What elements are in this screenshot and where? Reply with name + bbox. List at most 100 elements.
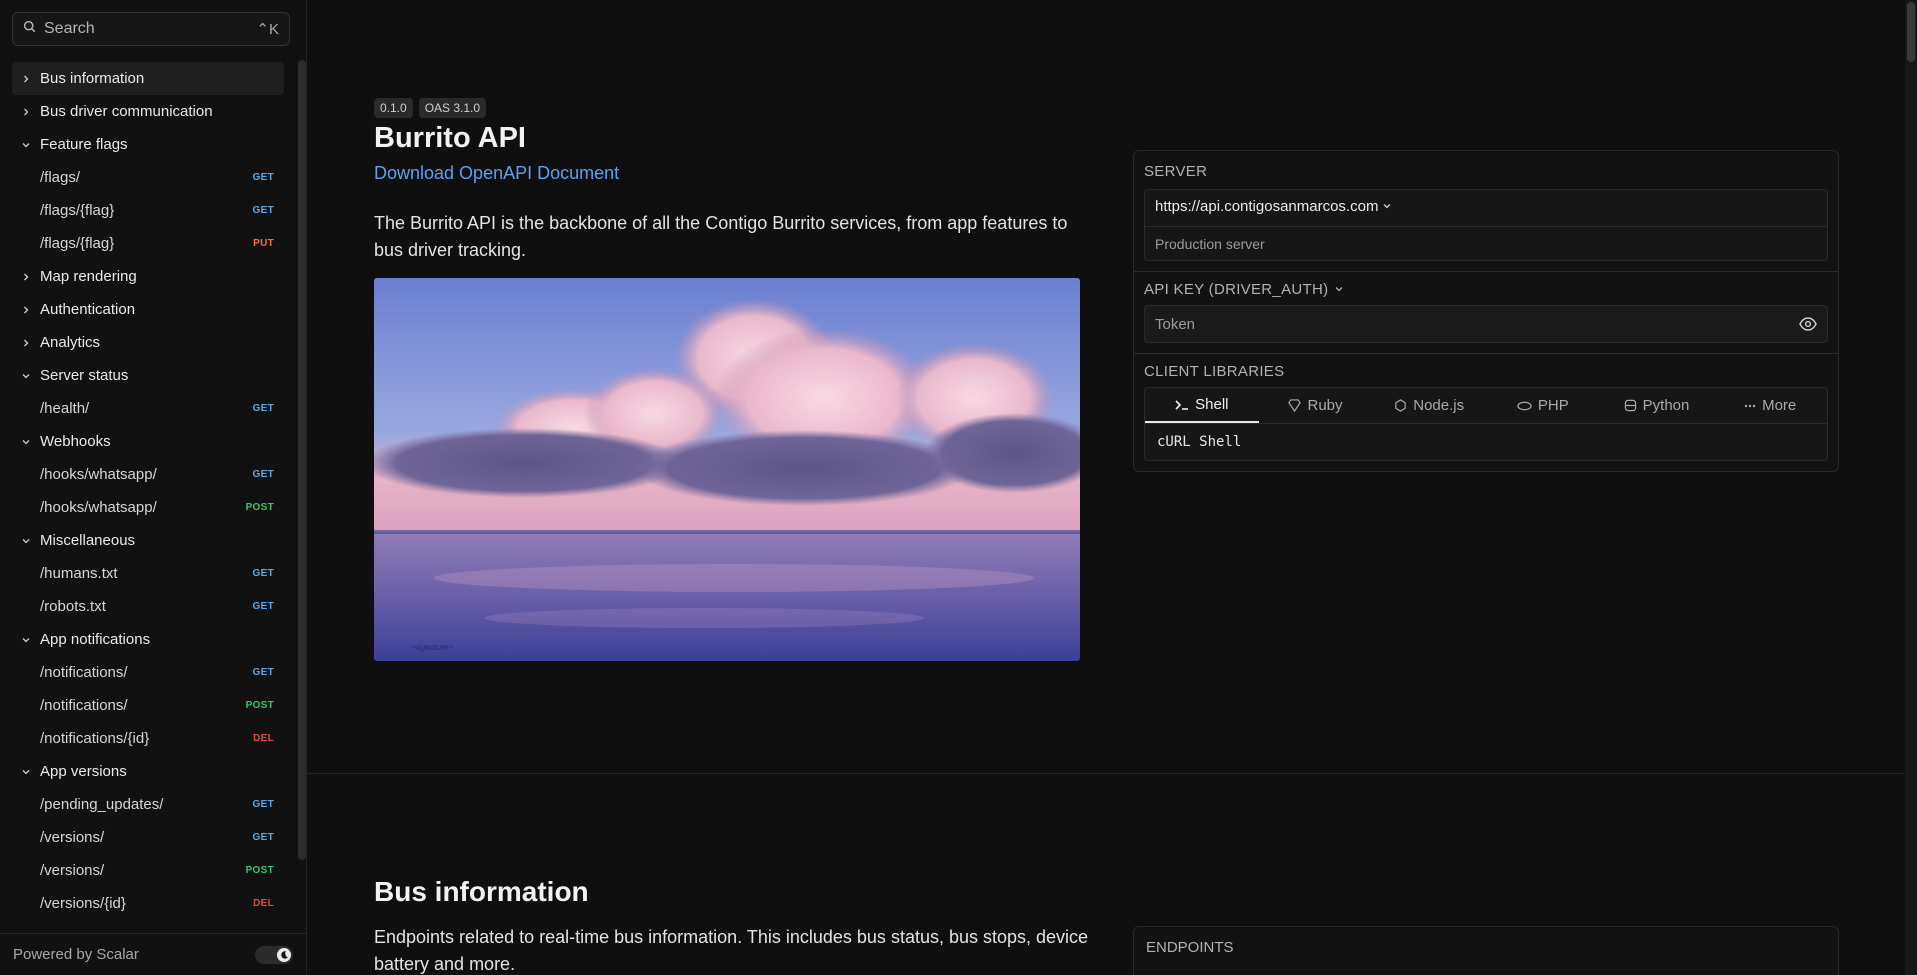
- sidebar-group-app-versions[interactable]: App versions: [12, 755, 284, 788]
- php-icon: [1517, 401, 1532, 411]
- sidebar-group-label: App versions: [40, 763, 127, 780]
- method-badge: DEL: [253, 733, 274, 744]
- sidebar-endpoint[interactable]: /notifications/{id} DEL: [12, 722, 284, 755]
- section-divider: [307, 773, 1905, 774]
- sidebar-group-app-notifications[interactable]: App notifications: [12, 623, 284, 656]
- tab-php[interactable]: PHP: [1486, 388, 1600, 423]
- sidebar: Search ⌃K Bus information Bus driver comm…: [0, 0, 307, 975]
- sidebar-group-bus-driver-communication[interactable]: Bus driver communication: [12, 95, 284, 128]
- tab-label: Ruby: [1307, 397, 1343, 414]
- sidebar-group-label: Miscellaneous: [40, 532, 136, 549]
- sidebar-group-webhooks[interactable]: Webhooks: [12, 425, 284, 458]
- method-badge: POST: [245, 865, 274, 876]
- tab-nodejs[interactable]: Node.js: [1372, 388, 1486, 423]
- terminal-icon: [1175, 399, 1189, 411]
- sidebar-endpoint[interactable]: /flags/GET: [12, 161, 284, 194]
- sidebar-group-label: Bus driver communication: [40, 103, 213, 120]
- sidebar-group-label: Map rendering: [40, 268, 137, 285]
- sidebar-group-analytics[interactable]: Analytics: [12, 326, 284, 359]
- sidebar-endpoint[interactable]: /versions/POST: [12, 854, 284, 887]
- client-panel: SERVER https://api.contigosanmarcos.com …: [1133, 150, 1839, 472]
- tab-label: More: [1762, 397, 1797, 414]
- chevron-down-icon: [18, 137, 34, 153]
- auth-label-dropdown[interactable]: API KEY (DRIVER_AUTH): [1144, 281, 1344, 298]
- search-shortcut: ⌃K: [256, 21, 279, 38]
- sidebar-endpoint[interactable]: /flags/{flag} GET: [12, 194, 284, 227]
- tab-ruby[interactable]: Ruby: [1259, 388, 1373, 423]
- endpoint-path: /notifications/: [40, 664, 128, 681]
- method-badge: POST: [245, 502, 274, 513]
- main-scrollbar[interactable]: [1905, 0, 1917, 975]
- chevron-right-icon: [18, 104, 34, 120]
- endpoint-path: /versions/: [40, 862, 105, 879]
- endpoint-path: /flags/{flag}: [40, 202, 115, 219]
- section-description: Endpoints related to real-time bus infor…: [374, 927, 1089, 974]
- sidebar-endpoint[interactable]: /pending_updates/GET: [12, 788, 284, 821]
- method-badge: POST: [245, 700, 274, 711]
- sidebar-group-miscellaneous[interactable]: Miscellaneous: [12, 524, 284, 557]
- ruby-icon: [1288, 399, 1302, 412]
- chevron-right-icon: [18, 302, 34, 318]
- search-input[interactable]: Search ⌃K: [12, 12, 290, 46]
- api-description: The Burrito API is the backbone of all t…: [374, 213, 1068, 260]
- endpoints-panel: ENDPOINTS: [1133, 926, 1839, 975]
- sidebar-endpoint[interactable]: /flags/{flag} PUT: [12, 227, 284, 260]
- sidebar-group-label: Bus information: [40, 70, 145, 87]
- sidebar-group-label: Server status: [40, 367, 129, 384]
- endpoint-path: /notifications/{id}: [40, 730, 150, 747]
- method-badge: DEL: [253, 898, 274, 909]
- chevron-right-icon: [18, 335, 34, 351]
- chevron-right-icon: [18, 269, 34, 285]
- python-icon: [1624, 399, 1637, 412]
- tab-label: Python: [1642, 397, 1690, 414]
- sidebar-endpoint[interactable]: /notifications/GET: [12, 656, 284, 689]
- eye-icon[interactable]: [1799, 317, 1817, 331]
- search-placeholder: Search: [44, 20, 95, 37]
- version-badge: 0.1.0: [374, 98, 413, 118]
- endpoint-path: /flags/: [40, 169, 81, 186]
- tab-more[interactable]: More: [1713, 388, 1827, 423]
- chevron-down-icon: [18, 533, 34, 549]
- server-selector[interactable]: https://api.contigosanmarcos.com Product…: [1144, 189, 1828, 261]
- sidebar-group-bus-information[interactable]: Bus information: [12, 62, 284, 95]
- nodejs-icon: [1394, 399, 1407, 412]
- tab-label: PHP: [1537, 397, 1569, 414]
- tab-shell[interactable]: Shell: [1145, 388, 1259, 423]
- sidebar-endpoint[interactable]: /hooks/whatsapp/POST: [12, 491, 284, 524]
- token-input[interactable]: Token: [1144, 305, 1828, 343]
- sidebar-scrollbar[interactable]: [298, 60, 306, 860]
- sidebar-group-map-rendering[interactable]: Map rendering: [12, 260, 284, 293]
- download-openapi-link[interactable]: Download OpenAPI Document: [374, 163, 619, 184]
- tab-python[interactable]: Python: [1600, 388, 1714, 423]
- sidebar-group-label: Webhooks: [40, 433, 111, 450]
- powered-by-link[interactable]: Powered by Scalar: [13, 946, 139, 963]
- endpoint-path: /notifications/: [40, 697, 128, 714]
- sidebar-endpoint[interactable]: /health/GET: [12, 392, 284, 425]
- moon-icon: [277, 947, 291, 962]
- sidebar-endpoint[interactable]: /humans.txt GET: [12, 557, 284, 590]
- libraries-label: CLIENT LIBRARIES: [1144, 363, 1285, 380]
- sidebar-endpoint[interactable]: /versions/{id} DEL: [12, 887, 284, 920]
- server-url-dropdown[interactable]: https://api.contigosanmarcos.com: [1155, 198, 1392, 215]
- chevron-down-icon: [1334, 281, 1344, 298]
- sidebar-endpoint[interactable]: /notifications/POST: [12, 689, 284, 722]
- sidebar-endpoint[interactable]: /versions/GET: [12, 821, 284, 854]
- svg-text:~signature~: ~signature~: [410, 642, 454, 652]
- sidebar-group-server-status[interactable]: Server status: [12, 359, 284, 392]
- method-badge: GET: [252, 172, 274, 183]
- library-tabs: Shell Ruby Node.js PHP Python More: [1145, 388, 1827, 424]
- sidebar-endpoint[interactable]: /hooks/whatsapp/GET: [12, 458, 284, 491]
- section-title: Bus information: [374, 876, 589, 907]
- sidebar-group-label: Feature flags: [40, 136, 128, 153]
- auth-label: API KEY (DRIVER_AUTH): [1144, 281, 1329, 298]
- sidebar-endpoint[interactable]: /robots.txt GET: [12, 590, 284, 623]
- sidebar-nav: Bus information Bus driver communication F…: [12, 62, 284, 927]
- sidebar-group-authentication[interactable]: Authentication: [12, 293, 284, 326]
- sidebar-group-feature-flags[interactable]: Feature flags: [12, 128, 284, 161]
- endpoint-path: /versions/: [40, 829, 105, 846]
- sidebar-group-label: App notifications: [40, 631, 151, 648]
- endpoint-path: /hooks/whatsapp/: [40, 499, 157, 516]
- code-label: cURL Shell: [1157, 434, 1242, 450]
- endpoint-path: /humans.txt: [40, 565, 118, 582]
- dark-mode-toggle[interactable]: [255, 945, 293, 964]
